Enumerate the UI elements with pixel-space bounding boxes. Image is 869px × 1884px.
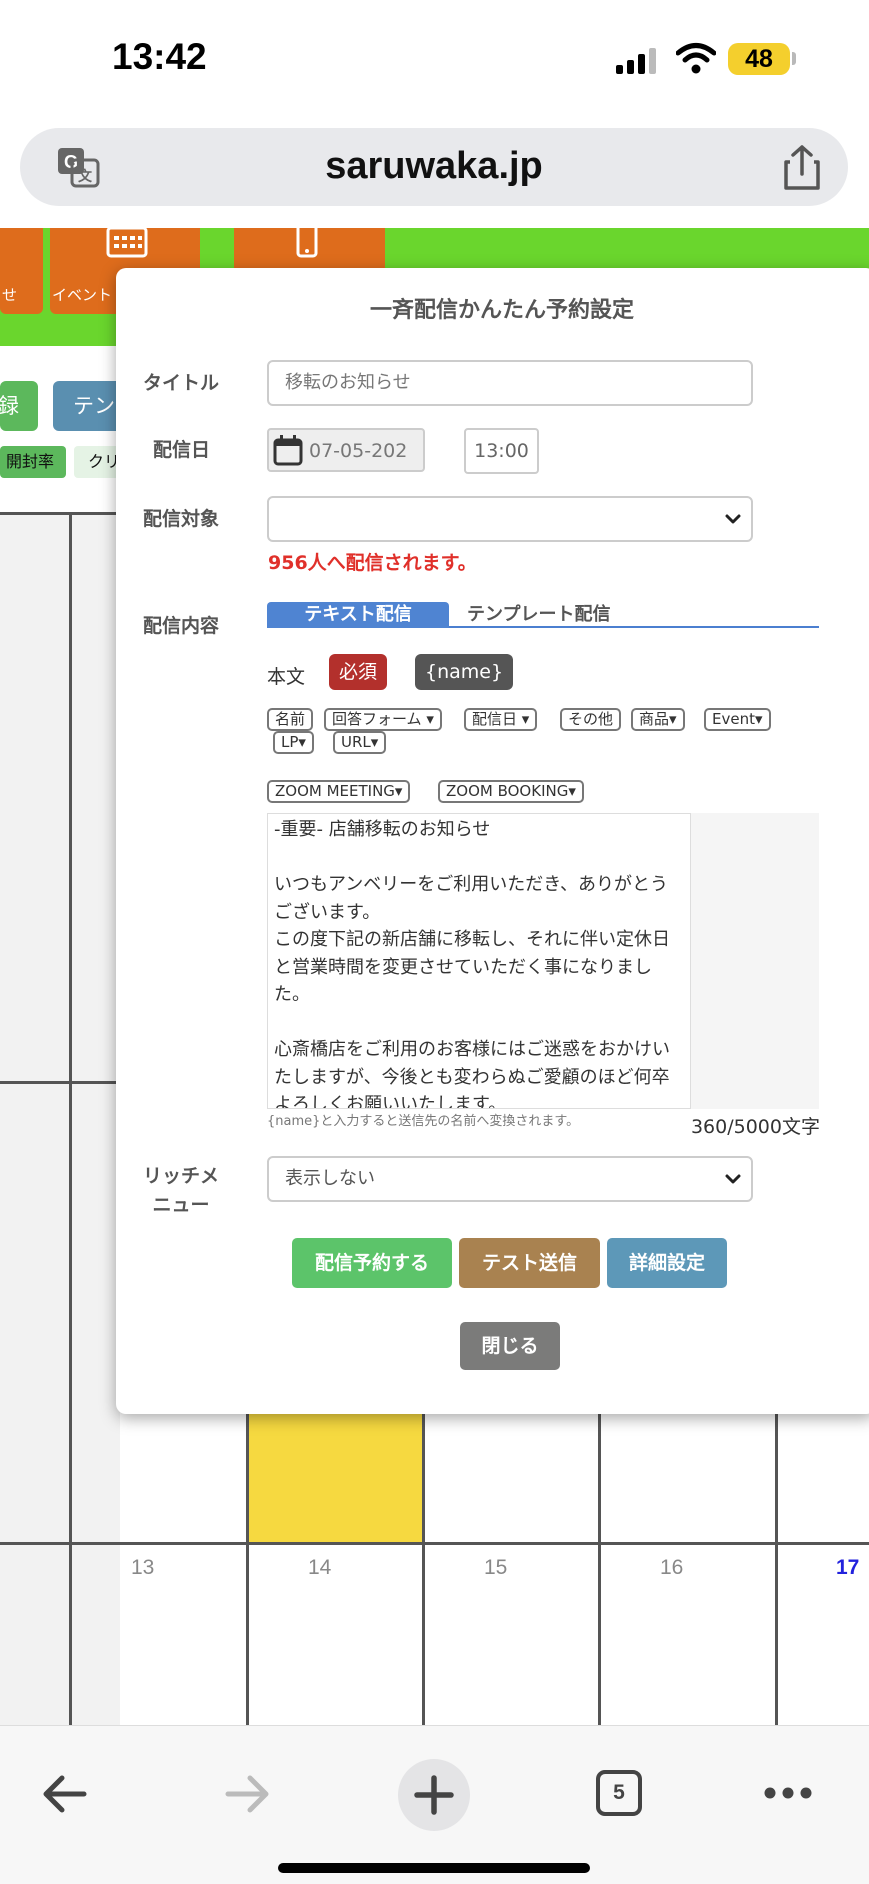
- recipient-count-notice: 956人へ配信されます。: [268, 552, 477, 574]
- tabs-icon[interactable]: 5: [596, 1770, 642, 1816]
- nav-tile-label: せ: [2, 286, 18, 304]
- bg-button-green[interactable]: 録: [0, 381, 38, 431]
- character-count: 360/5000文字: [690, 1116, 820, 1138]
- more-icon[interactable]: [764, 1786, 812, 1800]
- rich-menu-label: リッチメ ニュー: [143, 1162, 219, 1220]
- calendar-day-number: 16: [660, 1556, 684, 1579]
- content-tabs: テキスト配信 テンプレート配信: [267, 602, 819, 628]
- grid-line: [422, 1414, 425, 1725]
- cellular-signal-icon: [616, 48, 658, 74]
- modal-title: 一斉配信かんたん予約設定: [369, 298, 634, 323]
- rich-menu-select-value: 表示しない: [285, 1168, 375, 1189]
- name-hint-text: {name}と入力すると送信先の名前へ変換されます。: [267, 1114, 580, 1129]
- insert-url-button[interactable]: URL▾: [333, 731, 387, 754]
- browser-toolbar: 5: [0, 1725, 869, 1884]
- insert-event-button[interactable]: Event▾: [704, 708, 771, 731]
- chevron-down-icon: [725, 1174, 741, 1184]
- date-input[interactable]: 07-05-202: [267, 428, 425, 472]
- battery-indicator: 48: [728, 43, 790, 75]
- date-value: 07-05-202: [309, 440, 408, 462]
- bg-pill-open-rate[interactable]: 開封率: [0, 446, 66, 478]
- title-label: タイトル: [143, 372, 220, 394]
- status-bar: 13:42 48: [0, 0, 869, 120]
- target-select[interactable]: [267, 496, 753, 542]
- bg-pill-label: 開封率: [6, 452, 55, 471]
- insert-zoom-meeting-button[interactable]: ZOOM MEETING▾: [267, 780, 411, 803]
- status-time: 13:42: [112, 36, 207, 77]
- address-bar[interactable]: G 文 saruwaka.jp: [20, 128, 848, 206]
- schedule-broadcast-button[interactable]: 配信予約する: [292, 1238, 452, 1288]
- insert-other-button[interactable]: その他: [560, 708, 622, 731]
- grid-line: [246, 1414, 249, 1725]
- title-input[interactable]: 移転のお知らせ: [267, 360, 753, 406]
- calendar-cell-highlighted: [249, 1414, 422, 1542]
- calendar-day-number: 14: [308, 1556, 332, 1579]
- tab-template-broadcast[interactable]: テンプレート配信: [467, 602, 610, 628]
- home-indicator: [278, 1863, 590, 1873]
- calendar-day-number: 13: [131, 1556, 155, 1579]
- url-text[interactable]: saruwaka.jp: [20, 145, 848, 188]
- smartphone-icon: [296, 228, 318, 258]
- grid-line: [775, 1414, 778, 1725]
- calendar-day-number: 15: [484, 1556, 508, 1579]
- new-tab-button[interactable]: [398, 1759, 470, 1831]
- bg-button-label: テン: [73, 394, 115, 418]
- insert-form-button[interactable]: 回答フォーム ▾: [324, 708, 442, 731]
- date-label: 配信日: [153, 439, 211, 461]
- insert-lp-button[interactable]: LP▾: [273, 731, 314, 754]
- plus-icon: [414, 1775, 454, 1815]
- time-input[interactable]: 13:00: [464, 428, 539, 474]
- broadcast-schedule-modal: 一斉配信かんたん予約設定 タイトル 移転のお知らせ 配信日 07-05-202 …: [116, 268, 869, 1414]
- chevron-down-icon: [725, 514, 741, 524]
- calendar-icon: [273, 435, 303, 466]
- insert-name-button[interactable]: 名前: [267, 708, 314, 731]
- target-label: 配信対象: [143, 508, 220, 530]
- content-label: 配信内容: [143, 615, 220, 637]
- back-arrow-icon[interactable]: [40, 1774, 88, 1814]
- calendar-icon: [106, 228, 148, 258]
- calendar-day-number-sunday: 17: [836, 1556, 860, 1579]
- grid-line: [0, 512, 120, 515]
- nav-tile[interactable]: せ: [0, 228, 43, 314]
- rich-menu-label-text: リッチメ ニュー: [143, 1165, 220, 1216]
- grid-line: [598, 1414, 601, 1725]
- required-badge: 必須: [329, 654, 388, 690]
- insert-date-button[interactable]: 配信日 ▾: [464, 708, 538, 731]
- grid-line: [0, 1081, 120, 1084]
- body-label: 本文: [267, 666, 306, 688]
- nav-tile-label: イベント: [52, 286, 113, 304]
- wifi-icon: [676, 43, 716, 74]
- battery-tip: [792, 52, 796, 65]
- rich-menu-select[interactable]: 表示しない: [267, 1156, 753, 1202]
- share-icon[interactable]: [782, 144, 822, 190]
- message-preview-area: [691, 813, 819, 1109]
- title-input-placeholder: 移転のお知らせ: [285, 372, 411, 393]
- forward-arrow-icon[interactable]: [224, 1774, 272, 1814]
- test-send-button[interactable]: テスト送信: [459, 1238, 600, 1288]
- insert-product-button[interactable]: 商品▾: [631, 708, 685, 731]
- close-button[interactable]: 閉じる: [460, 1322, 560, 1370]
- insert-zoom-booking-button[interactable]: ZOOM BOOKING▾: [438, 780, 584, 803]
- grid-line: [0, 1542, 869, 1545]
- name-tag-button[interactable]: {name}: [415, 654, 514, 690]
- tab-text-broadcast[interactable]: テキスト配信: [267, 602, 449, 628]
- bg-button-label: 録: [0, 394, 19, 418]
- advanced-settings-button[interactable]: 詳細設定: [607, 1238, 727, 1288]
- message-body-textarea[interactable]: -重要- 店舗移転のお知らせ いつもアンベリーをご利用いただき、ありがとうござい…: [267, 813, 691, 1109]
